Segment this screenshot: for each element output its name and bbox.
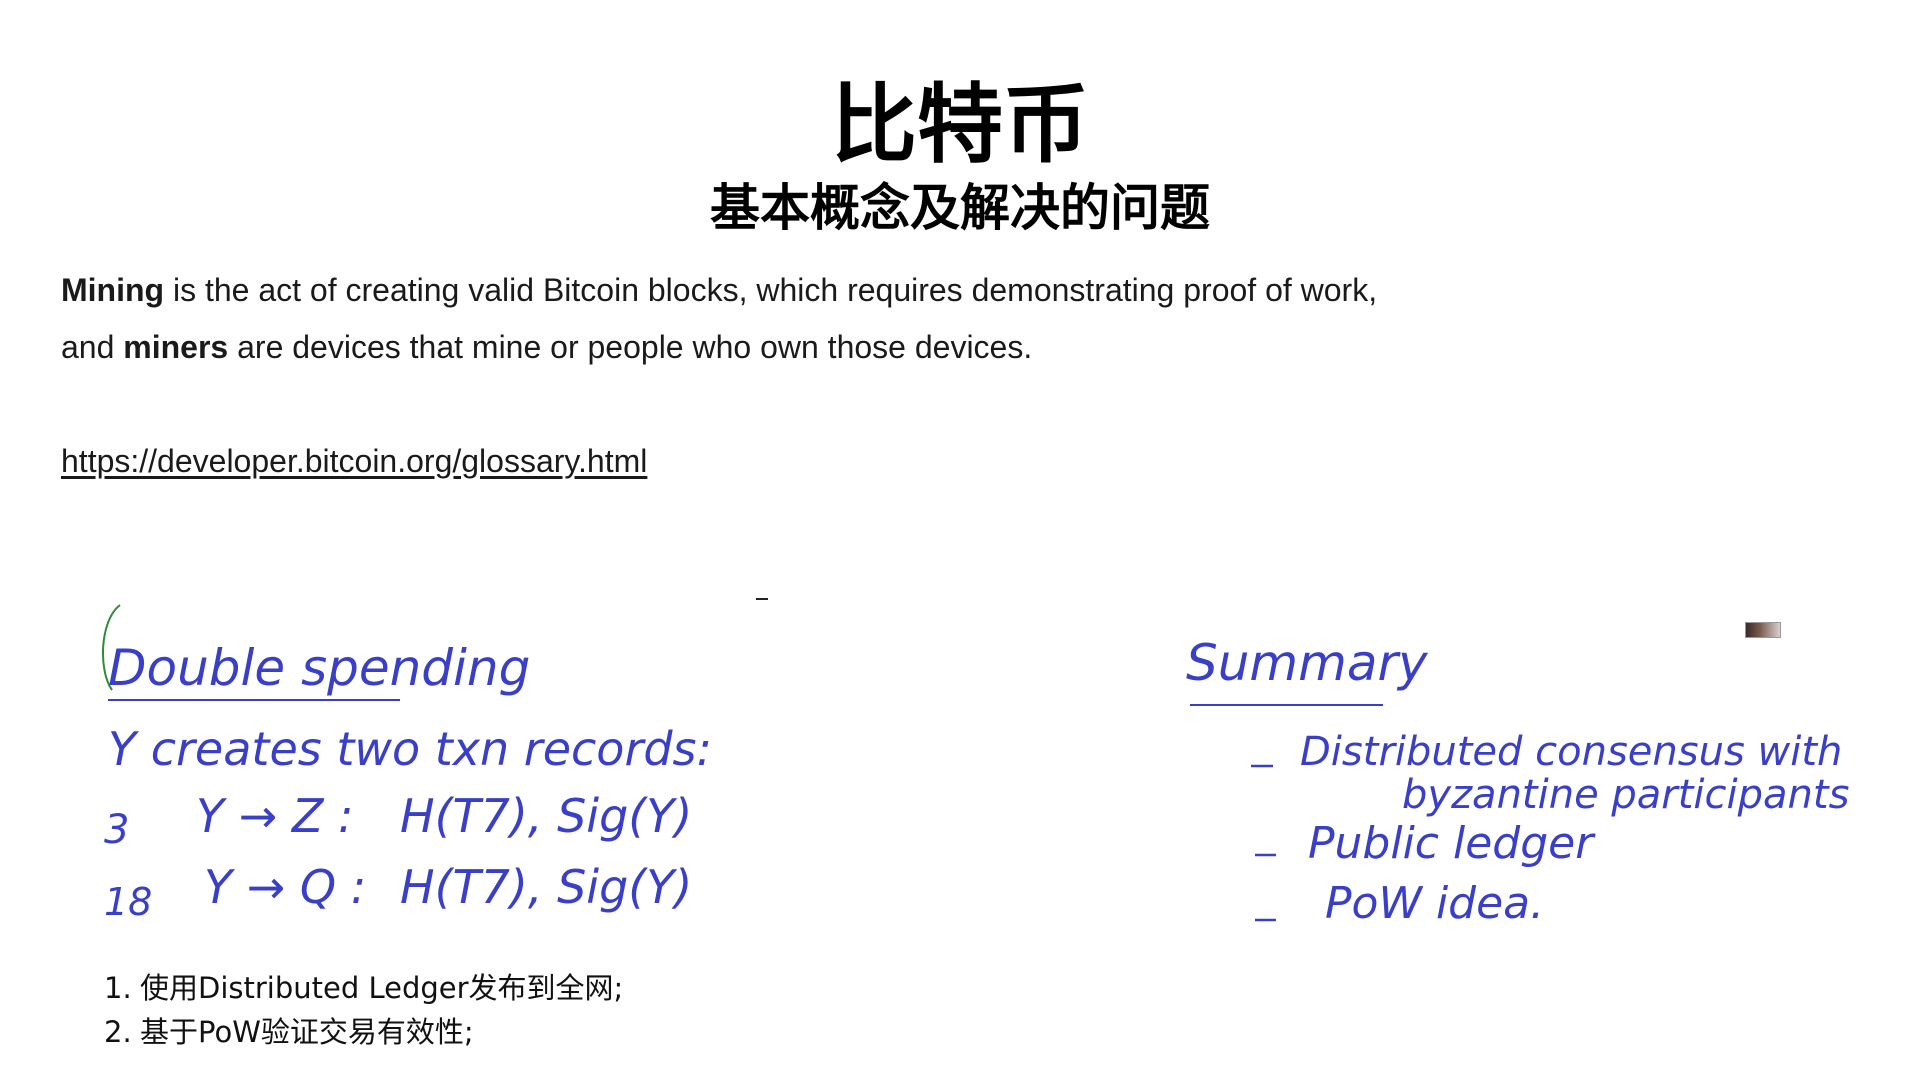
webcam-thumbnail	[1745, 622, 1781, 638]
summary-item-consensus: Distributed consensus with	[1300, 729, 1842, 775]
double-spending-heading: Double spending	[108, 639, 530, 697]
definition-line-2: and miners are devices that mine or peop…	[61, 319, 1561, 376]
summary-item-pow: PoW idea.	[1325, 878, 1544, 929]
steps-list: 1. 使用Distributed Ledger发布到全网; 2. 基于PoW验证…	[104, 966, 623, 1054]
txn-records-line: Y creates two txn records:	[108, 722, 712, 776]
mining-definition: Mining is the act of creating valid Bitc…	[61, 262, 1561, 376]
list-number: 1.	[104, 971, 132, 1005]
handwritten-annotations: Double spending Y creates two txn record…	[102, 604, 1849, 929]
term-mining: Mining	[61, 272, 165, 308]
margin-mark-1: 3	[104, 807, 129, 853]
glossary-link[interactable]: https://developer.bitcoin.org/glossary.h…	[61, 441, 647, 481]
summary-item-ledger: Public ledger	[1308, 818, 1596, 869]
slide-title: 比特币	[831, 75, 1089, 175]
definition-text-2b: are devices that mine or people who own …	[228, 329, 1033, 365]
list-text: 使用Distributed Ledger发布到全网;	[140, 971, 624, 1005]
list-number: 2.	[104, 1015, 132, 1049]
margin-mark-2: 18	[104, 880, 152, 924]
transfer-y-to-q: Y → Q :	[204, 860, 366, 914]
slide-subtitle: 基本概念及解决的问题	[710, 179, 1210, 237]
list-item: 1. 使用Distributed Ledger发布到全网;	[104, 966, 623, 1010]
list-item: 2. 基于PoW验证交易有效性;	[104, 1010, 623, 1054]
definition-line-1: Mining is the act of creating valid Bitc…	[61, 262, 1561, 319]
slide: 比特币 基本概念及解决的问题 Mining is the act of crea…	[0, 0, 1920, 1080]
summary-heading: Summary	[1186, 634, 1429, 692]
hash-sig-line-1: H(T7), Sig(Y)	[400, 789, 692, 843]
definition-text-1: is the act of creating valid Bitcoin blo…	[164, 272, 1378, 308]
summary-item-byzantine: byzantine participants	[1402, 772, 1849, 818]
transfer-y-to-z: Y → Z :	[196, 789, 354, 843]
list-text: 基于PoW验证交易有效性;	[140, 1015, 474, 1049]
term-miners: miners	[123, 329, 229, 365]
definition-text-2a: and	[61, 329, 124, 365]
hash-sig-line-2: H(T7), Sig(Y)	[400, 860, 692, 914]
